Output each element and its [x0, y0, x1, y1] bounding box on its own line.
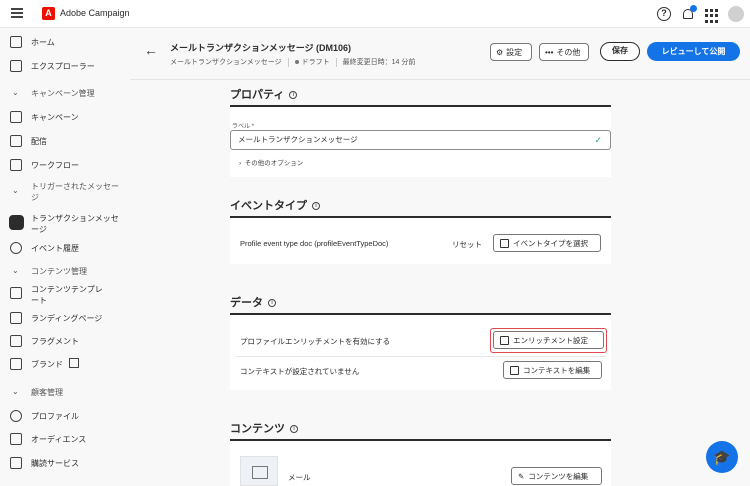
gear-icon: ⚙ — [496, 47, 504, 57]
reset-link[interactable]: リセット — [452, 239, 482, 250]
info-icon[interactable]: i — [289, 91, 298, 100]
label-field[interactable]: メールトランザクションメッセージ ✓ — [230, 130, 611, 150]
sidebar-item-event-history[interactable]: イベント履歴 — [0, 237, 130, 259]
sidebar: ホーム エクスプローラー ⌄ キャンペーン管理 キャンペーン 配信 ワークフロー … — [0, 28, 130, 486]
mail-label: メール — [288, 473, 311, 482]
label-caption: ラベル * — [232, 124, 255, 130]
brand-icon — [10, 358, 22, 370]
chevron-down-icon: ⌄ — [12, 266, 19, 275]
menu-icon[interactable] — [11, 8, 23, 18]
external-link-icon — [69, 358, 79, 368]
data-title: データ i — [230, 294, 276, 310]
bell-icon[interactable] — [681, 5, 697, 21]
top-bar: A Adobe Campaign ? — [0, 0, 750, 28]
review-publish-button[interactable]: レビューして公開 — [647, 42, 740, 61]
enrichment-text: プロファイルエンリッチメントを有効にする — [240, 337, 391, 346]
event-history-icon — [10, 242, 22, 254]
sidebar-section-content-management[interactable]: ⌄ コンテンツ管理 — [0, 260, 130, 282]
select-icon — [500, 238, 509, 248]
avatar[interactable] — [728, 6, 744, 22]
graduation-cap-icon: 🎓 — [713, 449, 731, 465]
edit-icon — [510, 365, 519, 375]
status-badge: ドラフト — [301, 59, 330, 66]
more-icon: ••• — [545, 47, 554, 57]
sidebar-item-workflows[interactable]: ワークフロー — [0, 154, 130, 176]
sidebar-item-audiences[interactable]: オーディエンス — [0, 428, 130, 450]
event-type-doc: Profile event type doc (profileEventType… — [240, 239, 389, 248]
sidebar-section-customer-management[interactable]: ⌄ 顧客管理 — [0, 381, 130, 403]
page-header: ← メールトランザクションメッセージ (DM106) メールトランザクションメッ… — [130, 28, 750, 80]
template-icon — [10, 287, 22, 299]
landing-page-icon — [10, 312, 22, 324]
transactional-message-icon — [9, 215, 24, 230]
sidebar-item-fragments[interactable]: フラグメント — [0, 330, 130, 352]
app-title[interactable]: Adobe Campaign — [60, 8, 130, 18]
sidebar-item-explorer[interactable]: エクスプローラー — [0, 55, 130, 77]
select-event-type-button[interactable]: イベントタイプを選択 — [493, 234, 601, 252]
settings-button[interactable]: ⚙ 設定 — [490, 43, 532, 61]
back-arrow-icon[interactable]: ← — [144, 42, 158, 58]
more-options-toggle[interactable]: › その他のオプション — [239, 157, 303, 167]
sidebar-item-campaigns[interactable]: キャンペーン — [0, 106, 130, 128]
sidebar-item-transactional-messages[interactable]: トランザクションメッセージ — [0, 211, 130, 237]
chevron-down-icon: ⌄ — [12, 186, 19, 195]
fragment-icon — [10, 335, 22, 347]
adobe-logo[interactable]: A — [42, 7, 55, 20]
sidebar-section-campaign-management[interactable]: ⌄ キャンペーン管理 — [0, 82, 130, 104]
help-icon[interactable]: ? — [657, 7, 671, 21]
header-subtitle: メールトランザクションメッセージ — [170, 59, 282, 66]
email-thumbnail — [240, 456, 278, 486]
page-title: メールトランザクションメッセージ (DM106) — [170, 43, 352, 53]
header-subline: メールトランザクションメッセージ ドラフト 最終変更日時：14 分前 — [170, 57, 415, 67]
edit-content-button[interactable]: ✎ コンテンツを編集 — [511, 467, 602, 485]
sidebar-item-profiles[interactable]: プロファイル — [0, 405, 130, 427]
chevron-down-icon: ⌄ — [12, 88, 19, 97]
pencil-icon: ✎ — [518, 471, 525, 481]
info-icon[interactable]: i — [268, 299, 276, 308]
sidebar-item-brands[interactable]: ブランド — [0, 353, 130, 375]
sidebar-section-triggered-messages[interactable]: ⌄ トリガーされたメッセージ — [0, 180, 130, 202]
apps-grid-icon[interactable] — [705, 9, 719, 23]
sidebar-item-deliveries[interactable]: 配信 — [0, 130, 130, 152]
sidebar-item-subscription-services[interactable]: 購読サービス — [0, 452, 130, 474]
content-title: コンテンツ i — [230, 420, 298, 436]
send-icon — [10, 135, 22, 147]
event-type-title: イベントタイプ i — [230, 197, 320, 213]
workflow-icon — [10, 159, 22, 171]
chevron-down-icon: ⌄ — [12, 387, 19, 396]
info-icon[interactable]: i — [290, 425, 298, 434]
last-modified: 最終変更日時：14 分前 — [342, 59, 416, 66]
status-dot-icon — [294, 60, 299, 65]
sidebar-item-landing-pages[interactable]: ランディングページ — [0, 307, 130, 329]
explorer-icon — [10, 60, 22, 72]
more-button[interactable]: ••• その他 — [539, 43, 589, 61]
sidebar-item-home[interactable]: ホーム — [0, 31, 130, 53]
notification-badge — [690, 5, 697, 12]
edit-context-button[interactable]: コンテキストを編集 — [503, 361, 602, 379]
subscription-icon — [10, 457, 22, 469]
context-text: コンテキストが設定されていません — [240, 367, 360, 376]
info-icon[interactable]: i — [312, 202, 320, 211]
home-icon — [10, 36, 22, 48]
sidebar-item-content-templates[interactable]: コンテンツテンプレート — [0, 282, 130, 308]
save-button[interactable]: 保存 — [600, 42, 640, 61]
audience-icon — [10, 433, 22, 445]
highlight-box — [490, 328, 607, 353]
properties-title: プロパティ i — [230, 86, 298, 102]
megaphone-icon — [10, 111, 22, 123]
row-divider — [236, 356, 606, 357]
envelope-icon — [252, 466, 268, 479]
tutorial-button[interactable]: 🎓 — [706, 441, 738, 473]
checkmark-icon: ✓ — [594, 135, 602, 145]
profile-icon — [10, 410, 22, 422]
